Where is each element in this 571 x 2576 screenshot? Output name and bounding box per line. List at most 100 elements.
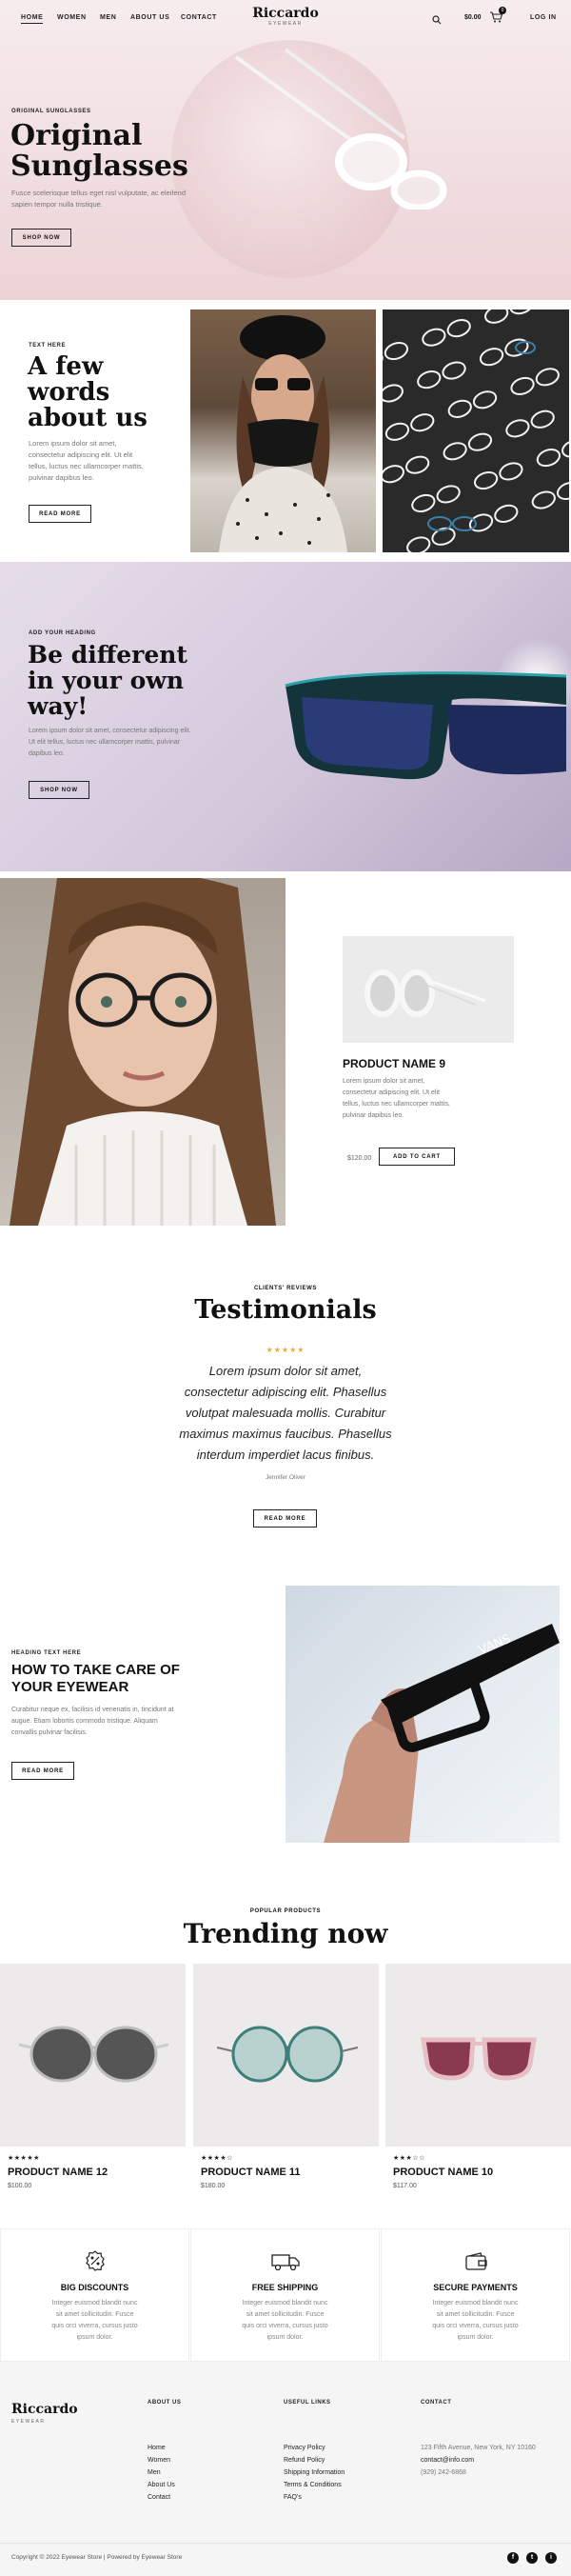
eyewear-care-section: HEADING TEXT HERE HOW TO TAKE CARE OF YO…: [0, 1543, 571, 1857]
logo-text: Riccardo: [252, 6, 319, 21]
teal-sunglasses-image: [285, 671, 567, 780]
feature-payments: SECURE PAYMENTS Integer euismod blandit …: [381, 2228, 570, 2362]
product10-image[interactable]: [385, 1964, 571, 2147]
different-text-1: Lorem ipsum dolor sit amet, consectetur …: [29, 728, 191, 734]
product11-name[interactable]: PRODUCT NAME 11: [201, 2167, 379, 2178]
woman-beret-photo: [190, 310, 376, 552]
footer-link-men[interactable]: Men: [148, 2466, 181, 2479]
about-text-4: pulvinar dapibus leo.: [29, 473, 94, 482]
product12-price: $100.00: [8, 2183, 32, 2189]
about-title-line1: A few: [28, 352, 104, 381]
footer-about-column: ABOUT US Home Women Men About Us Contact: [148, 2400, 181, 2504]
hero-section: ORIGINAL SUNGLASSES Original Sunglasses …: [0, 0, 571, 300]
product12-rating: ★★★★★: [8, 2155, 40, 2162]
be-different-section: ADD YOUR HEADING Be different in your ow…: [0, 562, 571, 871]
different-title-line2: in your own: [28, 667, 185, 694]
quote-line-5: interdum imperdiet lacus finibus.: [196, 1448, 375, 1462]
different-title-line3: way!: [28, 692, 89, 720]
twitter-icon[interactable]: t: [526, 2552, 538, 2564]
footer-address: 123 Fifth Avenue, New York, NY 10160: [421, 2445, 536, 2451]
feature-shipping-text-4: ipsum dolor.: [266, 2334, 304, 2341]
product9-add-to-cart-button[interactable]: ADD TO CART: [379, 1148, 455, 1166]
hero-title-line1: Original: [10, 119, 143, 152]
about-eyebrow: TEXT HERE: [29, 343, 67, 349]
care-text-2: augue. Etiam lobortis commodo tristique.…: [11, 1718, 158, 1725]
footer-useful-column: USEFUL LINKS Privacy Policy Refund Polic…: [284, 2400, 345, 2504]
footer-copyright: Copyright © 2022 Eyewear Store | Powered…: [11, 2554, 183, 2561]
product9-name[interactable]: PRODUCT NAME 9: [343, 1057, 445, 1070]
footer-link-women[interactable]: Women: [148, 2454, 181, 2466]
different-eyebrow: ADD YOUR HEADING: [29, 630, 96, 636]
product9-text-2: consectetur adipiscing elit. Ut elit: [343, 1089, 440, 1096]
featured-product-section: PRODUCT NAME 9 Lorem ipsum dolor sit ame…: [0, 876, 571, 1228]
product9-text-1: Lorem ipsum dolor sit amet,: [343, 1078, 425, 1085]
trending-eyebrow: POPULAR PRODUCTS: [249, 1908, 322, 1914]
feature-payments-text-2: sit amet sollicitudin. Fusce: [436, 2311, 515, 2318]
woman-glasses-photo: [0, 878, 286, 1226]
product12-image[interactable]: [0, 1964, 186, 2147]
about-text-3: tellus, luctus nec ullamcorper mattis,: [29, 462, 144, 470]
footer-link-privacy[interactable]: Privacy Policy: [284, 2442, 345, 2454]
trending-title: Trending now: [183, 1918, 388, 1949]
product11-price: $180.00: [201, 2183, 226, 2189]
feature-shipping-text-3: quis orci viverra, cursus justo: [242, 2323, 328, 2329]
nav-men[interactable]: MEN: [100, 14, 116, 21]
different-shop-now-button[interactable]: SHOP NOW: [29, 781, 89, 799]
hero-shop-now-button[interactable]: SHOP NOW: [11, 229, 71, 247]
testimonials-eyebrow: CLIENTS' REVIEWS: [253, 1286, 318, 1291]
nav-women[interactable]: WOMEN: [57, 14, 87, 21]
nav-home[interactable]: HOME: [21, 14, 44, 24]
care-eyebrow: HEADING TEXT HERE: [11, 1650, 82, 1656]
product12-name[interactable]: PRODUCT NAME 12: [8, 2167, 186, 2178]
site-logo[interactable]: Riccardo EYEWEAR: [238, 6, 333, 27]
product11-image[interactable]: [193, 1964, 379, 2147]
footer-useful-heading: USEFUL LINKS: [284, 2400, 331, 2406]
quote-line-2: consectetur adipiscing elit. Phasellus: [184, 1385, 387, 1399]
about-read-more-button[interactable]: READ MORE: [29, 505, 91, 523]
footer-link-refund[interactable]: Refund Policy: [284, 2454, 345, 2466]
different-text-3: dapibus leo.: [29, 750, 65, 757]
search-icon[interactable]: [432, 12, 442, 30]
about-text-1: Lorem ipsum dolor sit amet,: [29, 439, 117, 448]
product10-name[interactable]: PRODUCT NAME 10: [393, 2167, 571, 2178]
facebook-icon[interactable]: f: [507, 2552, 519, 2564]
nav-contact[interactable]: CONTACT: [181, 14, 217, 21]
care-text-1: Curabitur neque ex, facilisis id venenat…: [11, 1707, 174, 1713]
hero-eyebrow: ORIGINAL SUNGLASSES: [11, 109, 91, 114]
quote-line-4: maximus maximus faucibus. Phasellus: [179, 1427, 392, 1441]
footer-about-heading: ABOUT US: [148, 2400, 182, 2406]
footer-link-home[interactable]: Home: [148, 2442, 181, 2454]
footer-link-contact[interactable]: Contact: [148, 2491, 181, 2504]
cart-count-badge: 0: [499, 7, 506, 14]
footer-link-about[interactable]: About Us: [148, 2479, 181, 2491]
footer-phone: (929) 242-6868: [421, 2469, 466, 2476]
footer-link-shipping[interactable]: Shipping Information: [284, 2466, 345, 2479]
footer-bottom-divider: [0, 2543, 571, 2544]
footer-link-faq[interactable]: FAQ's: [284, 2491, 345, 2504]
footer-logo[interactable]: Riccardo: [11, 2402, 78, 2417]
feature-discounts-title: BIG DISCOUNTS: [60, 2283, 129, 2292]
hero-text-line2: sapien tempor nulla tristique.: [11, 200, 103, 209]
discount-badge-icon: [85, 2250, 106, 2276]
nav-about[interactable]: ABOUT US: [130, 14, 169, 21]
footer-link-terms[interactable]: Terms & Conditions: [284, 2479, 345, 2491]
product-card[interactable]: ★★★★★ PRODUCT NAME 12 $100.00: [0, 1964, 186, 2192]
testimonials-read-more-button[interactable]: READ MORE: [253, 1509, 317, 1528]
footer-email[interactable]: contact@info.com: [421, 2454, 536, 2466]
cart-total[interactable]: $0.00: [464, 14, 482, 21]
about-title-line2: words: [28, 378, 110, 407]
care-read-more-button[interactable]: READ MORE: [11, 1762, 74, 1780]
testimonials-title: Testimonials: [194, 1295, 377, 1325]
footer-contact-heading: CONTACT: [421, 2400, 452, 2406]
feature-payments-title: SECURE PAYMENTS: [433, 2283, 518, 2292]
product-card[interactable]: ★★★★☆ PRODUCT NAME 11 $180.00: [193, 1964, 379, 2192]
product9-image[interactable]: [343, 936, 514, 1043]
product-card[interactable]: ★★★☆☆ PRODUCT NAME 10 $117.00: [385, 1964, 571, 2192]
hand-holding-glasses-photo: VANS: [286, 1586, 560, 1843]
feature-payments-text-1: Integer euismod blandit nunc: [432, 2300, 519, 2306]
different-text-2: Ut elit tellus, luctus nec ullamcorper m…: [29, 739, 181, 746]
testimonials-section: CLIENTS' REVIEWS Testimonials ★★★★★ Lore…: [0, 1228, 571, 1543]
login-link[interactable]: LOG IN: [530, 14, 557, 21]
instagram-icon[interactable]: i: [545, 2552, 557, 2564]
product9-text-3: tellus, luctus nec ullamcorper mattis,: [343, 1101, 450, 1108]
